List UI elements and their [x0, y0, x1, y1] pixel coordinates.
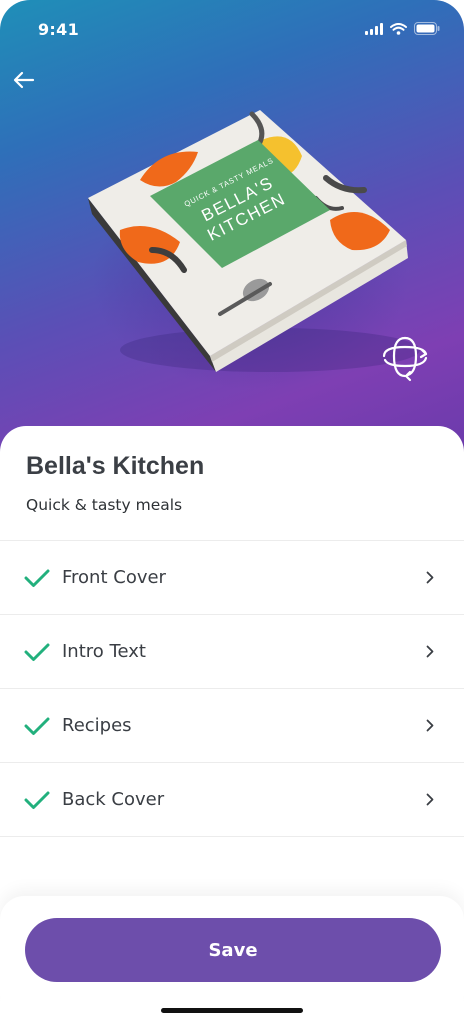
wifi-icon [390, 20, 407, 39]
rotate-button[interactable] [378, 332, 432, 382]
status-icons [365, 20, 440, 39]
back-button[interactable] [10, 66, 38, 94]
checkmark-icon [24, 789, 50, 811]
checkmark-icon [24, 641, 50, 663]
step-front-cover[interactable]: Front Cover [0, 541, 464, 615]
step-label: Front Cover [62, 567, 166, 588]
steps-list: Front Cover Intro Text Recipes Back Cove… [0, 541, 464, 837]
book-3d-preview[interactable]: QUICK & TASTY MEALS BELLA'S KITCHEN [80, 100, 420, 380]
book-preview-area: 9:41 QUICK & TASTY MEALS BELLA'S KITCHEN [0, 0, 464, 460]
phone-screen: 9:41 QUICK & TASTY MEALS BELLA'S KITCHEN… [0, 0, 464, 1024]
battery-icon [414, 20, 440, 39]
chevron-right-icon [424, 719, 436, 733]
project-title: Bella's Kitchen [26, 452, 205, 480]
step-label: Back Cover [62, 789, 165, 810]
step-label: Recipes [62, 715, 132, 736]
save-button[interactable]: Save [25, 918, 441, 982]
checkmark-icon [24, 715, 50, 737]
chevron-right-icon [424, 793, 436, 807]
project-subtitle: Quick & tasty meals [26, 496, 183, 514]
step-intro-text[interactable]: Intro Text [0, 615, 464, 689]
chevron-right-icon [424, 645, 436, 659]
step-label: Intro Text [62, 641, 146, 662]
step-back-cover[interactable]: Back Cover [0, 763, 464, 837]
arrow-left-icon [13, 71, 35, 89]
checkmark-icon [24, 567, 50, 589]
home-indicator[interactable] [161, 1008, 303, 1013]
rotate-3d-icon [382, 336, 428, 382]
status-bar: 9:41 [0, 0, 464, 58]
step-recipes[interactable]: Recipes [0, 689, 464, 763]
chevron-right-icon [424, 571, 436, 585]
status-time: 9:41 [38, 19, 79, 39]
signal-icon [365, 20, 383, 39]
